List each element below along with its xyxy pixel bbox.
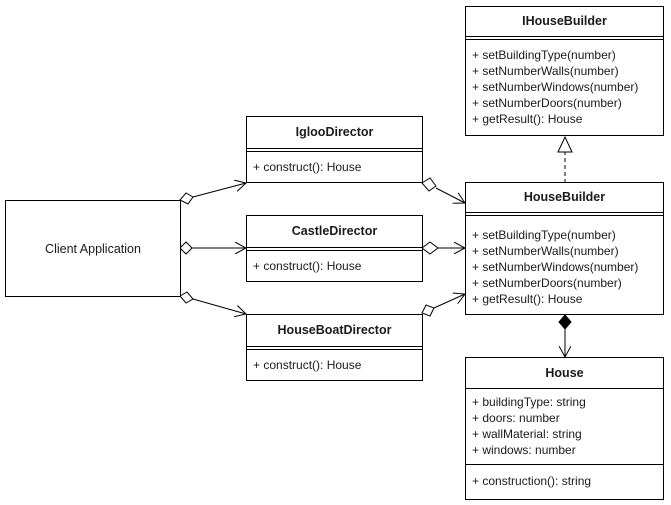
method: + setBuildingType(number)	[472, 48, 616, 62]
class-name: HouseBoatDirector	[277, 323, 392, 337]
aggregation-diamond-icon	[179, 291, 194, 304]
castle-director-class[interactable]: CastleDirector + construct(): House	[246, 215, 423, 282]
houseboat-director-class[interactable]: HouseBoatDirector + construct(): House	[246, 314, 423, 381]
divider	[466, 212, 663, 216]
method: + setNumberWalls(number)	[472, 244, 619, 258]
class-name: HouseBuilder	[523, 190, 606, 204]
igloo-director-class[interactable]: IglooDirector + construct(): House	[246, 116, 423, 183]
aggregation-diamond-icon	[421, 241, 439, 255]
method: + setNumberWindows(number)	[472, 80, 639, 94]
attribute: + buildingType: string	[472, 395, 586, 409]
method: + setNumberWalls(number)	[472, 64, 619, 78]
aggregation-diamond-icon	[421, 304, 435, 317]
aggregation-castle-builder	[421, 241, 465, 255]
method: + setNumberWindows(number)	[472, 260, 639, 274]
attribute: + wallMaterial: string	[472, 427, 582, 441]
class-name: IglooDirector	[295, 125, 374, 139]
divider	[247, 247, 422, 251]
aggregation-diamond-icon	[179, 192, 194, 205]
divider	[466, 464, 663, 465]
method: + construct(): House	[253, 160, 362, 174]
class-name: IHouseBuilder	[522, 14, 607, 28]
aggregation-client-houseboat	[179, 291, 246, 314]
aggregation-client-castle	[179, 241, 246, 255]
house-class[interactable]: House + buildingType: string + doors: nu…	[465, 357, 664, 500]
method: + construct(): House	[253, 358, 362, 372]
aggregation-diamond-icon	[179, 241, 193, 255]
attribute: + windows: number	[472, 443, 576, 457]
class-name: CastleDirector	[291, 224, 378, 238]
aggregation-houseboat-builder	[421, 294, 465, 317]
aggregation-client-igloo	[179, 183, 246, 205]
divider	[466, 36, 663, 40]
composition-builder-house	[558, 314, 572, 357]
attribute: + doors: number	[472, 411, 560, 425]
client-application-box[interactable]: Client Application	[5, 200, 181, 297]
housebuilder-class[interactable]: HouseBuilder + setBuildingType(number) +…	[465, 182, 664, 315]
method: + setNumberDoors(number)	[472, 96, 622, 110]
class-name: House	[545, 366, 584, 380]
realization-triangle-icon	[557, 135, 573, 153]
aggregation-igloo-builder	[421, 177, 465, 203]
divider	[247, 346, 422, 350]
method: + construct(): House	[253, 259, 362, 273]
composition-diamond-icon	[558, 314, 572, 330]
method: + getResult(): House	[472, 112, 583, 126]
aggregation-diamond-icon	[421, 177, 437, 192]
client-application-label: Client Application	[45, 241, 141, 256]
method: + setBuildingType(number)	[472, 228, 616, 242]
ihousebuilder-interface[interactable]: IHouseBuilder + setBuildingType(number) …	[465, 6, 664, 136]
divider	[247, 148, 422, 152]
method: + getResult(): House	[472, 292, 583, 306]
method: + construction(): string	[472, 474, 592, 488]
realization-builder-interface	[557, 135, 573, 183]
method: + setNumberDoors(number)	[472, 276, 622, 290]
